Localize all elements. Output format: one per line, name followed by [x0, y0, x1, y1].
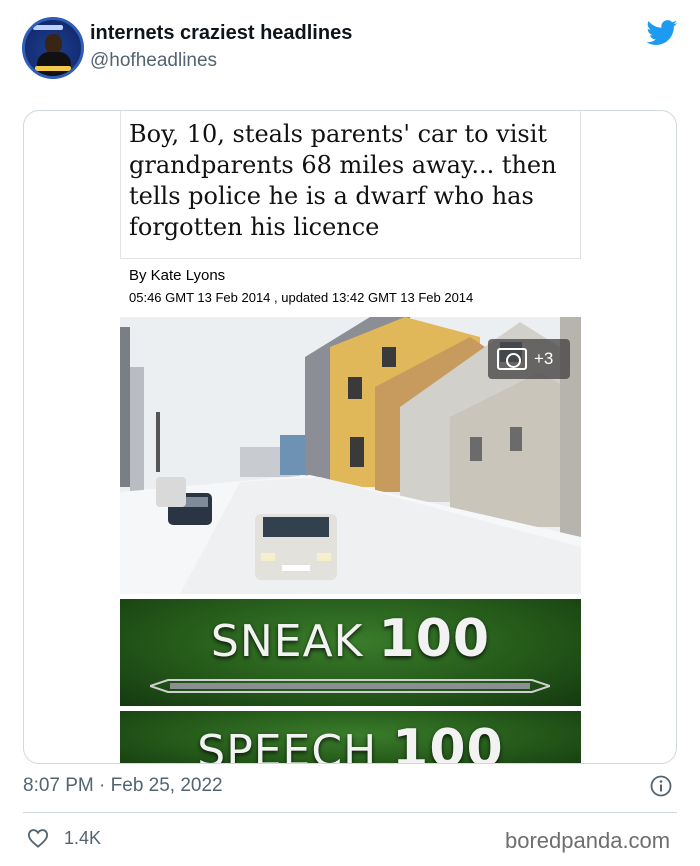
site-watermark: boredpanda.com — [505, 828, 671, 853]
divider — [23, 812, 677, 813]
avatar-caption-strip — [35, 66, 71, 71]
skill-level: 100 — [392, 719, 504, 764]
heart-icon[interactable] — [27, 828, 49, 848]
skill-progress-bar — [150, 679, 550, 693]
like-count[interactable]: 1.4K — [64, 828, 101, 849]
info-icon[interactable] — [650, 775, 672, 797]
camera-icon — [497, 348, 527, 370]
avatar-caption-strip — [33, 25, 63, 30]
photo-count-badge[interactable]: +3 — [488, 339, 570, 379]
author-avatar[interactable] — [22, 17, 84, 79]
tweet-media[interactable]: Boy, 10, steals parents' car to visit gr… — [23, 110, 677, 764]
avatar-face — [45, 34, 62, 54]
headline-box: Boy, 10, steals parents' car to visit gr… — [120, 111, 581, 259]
news-article-screenshot: Boy, 10, steals parents' car to visit gr… — [120, 111, 581, 764]
skill-name: SPEECH — [197, 726, 378, 764]
article-byline: By Kate Lyons — [129, 267, 226, 284]
photo-count: +3 — [534, 349, 554, 368]
author-name[interactable]: internets craziest headlines — [90, 22, 352, 45]
tweet-card: internets craziest headlines @hofheadlin… — [0, 0, 700, 866]
tweet-timestamp[interactable]: 8:07 PM · Feb 25, 2022 — [23, 775, 223, 797]
skill-banner: SNEAK 100 — [120, 599, 581, 706]
skill-level: 100 — [378, 609, 491, 669]
avatar-body — [37, 52, 71, 76]
article-headline: Boy, 10, steals parents' car to visit gr… — [129, 120, 557, 241]
author-handle[interactable]: @hofheadlines — [90, 50, 217, 72]
article-dateline: 05:46 GMT 13 Feb 2014 , updated 13:42 GM… — [129, 290, 474, 305]
skill-banner: SPEECH 100 — [120, 711, 581, 764]
skill-name: SNEAK — [210, 616, 364, 667]
twitter-bird-icon[interactable] — [646, 20, 678, 46]
